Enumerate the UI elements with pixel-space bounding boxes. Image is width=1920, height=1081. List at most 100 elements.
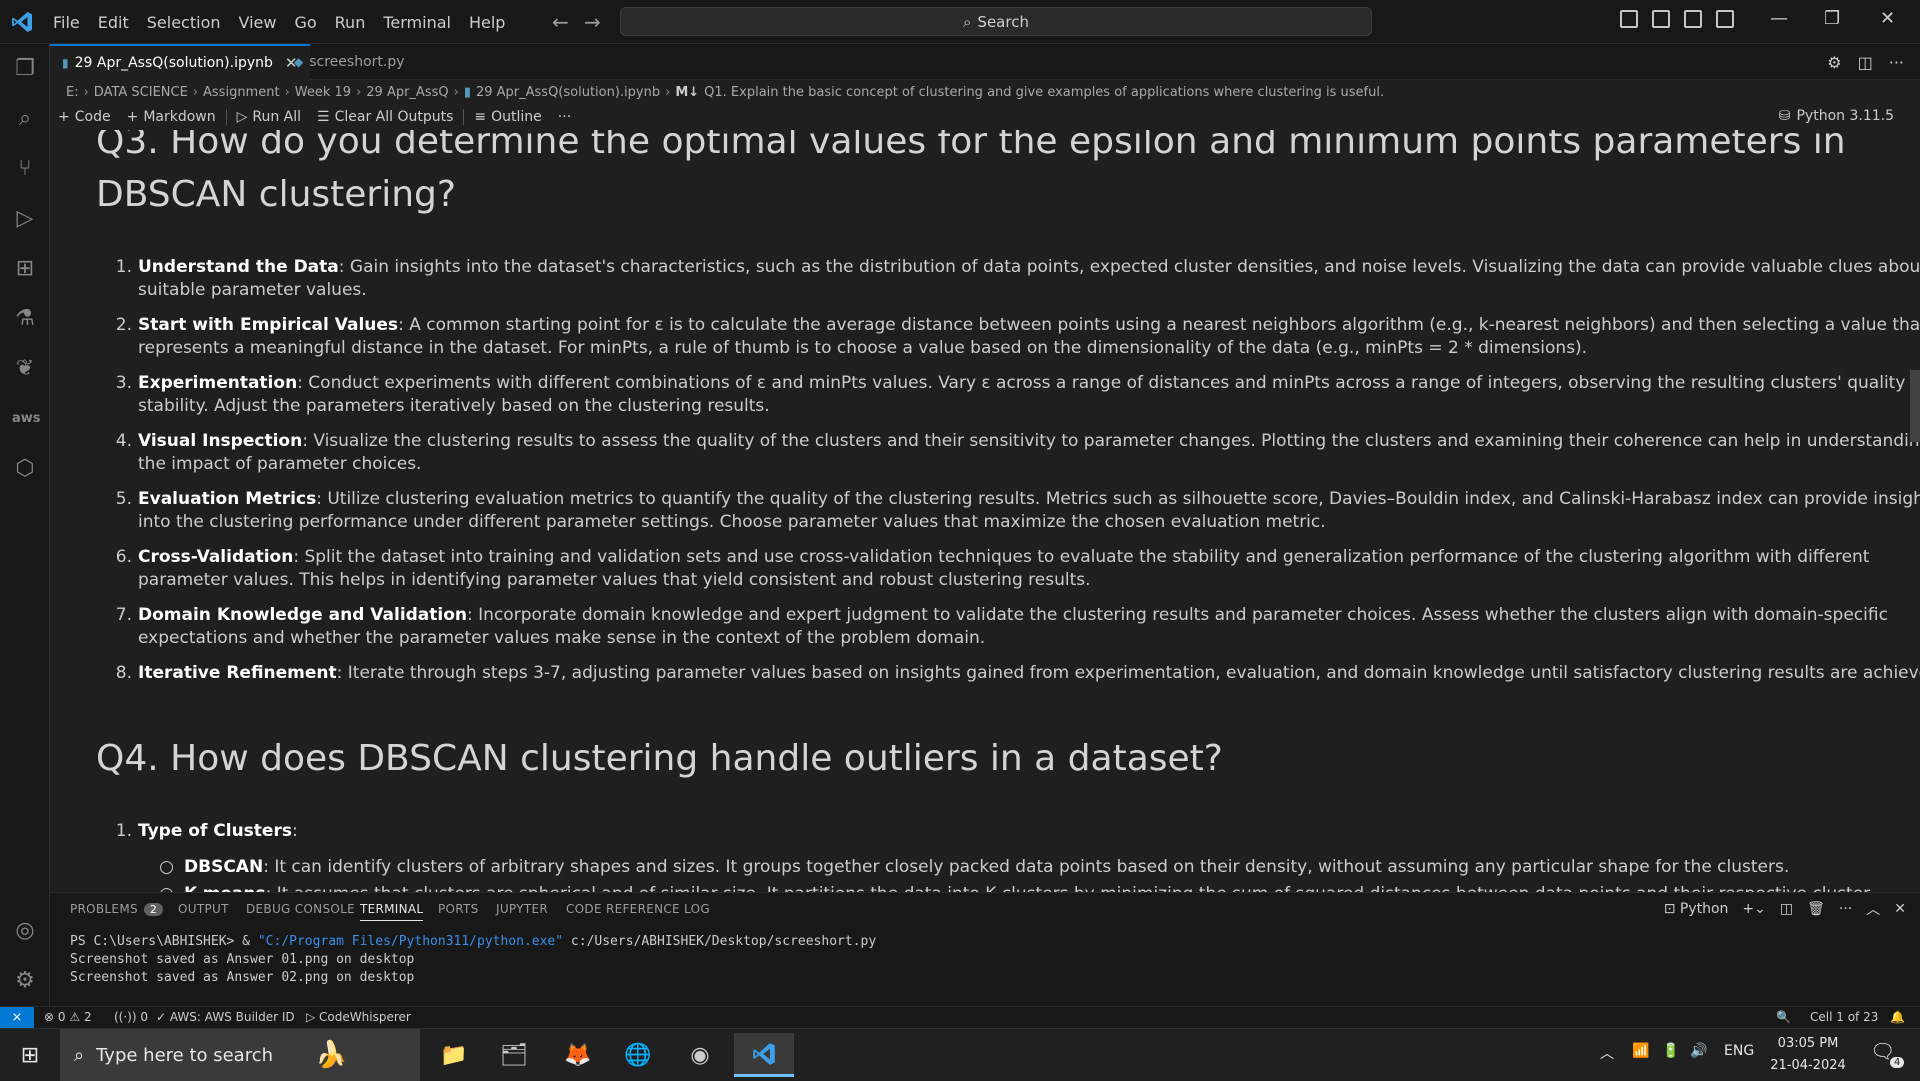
status-bar: ⨯ ⊗ 0 ⚠ 2 ((·)) 0 ✓ AWS: AWS Builder ID … bbox=[0, 1006, 1920, 1029]
toggle-secondary-sidebar-icon[interactable] bbox=[1684, 10, 1702, 28]
problems-status[interactable]: ⊗ 0 ⚠ 2 bbox=[44, 1010, 92, 1024]
bullet-term: DBSCAN bbox=[184, 857, 264, 877]
tab-problems[interactable]: PROBLEMS 2 bbox=[70, 902, 164, 916]
more-actions-icon[interactable]: ··· bbox=[1889, 53, 1904, 72]
tab-notebook[interactable]: ▮ 29 Apr_AssQ(solution).ipynb ✕ bbox=[50, 44, 310, 80]
tab-output[interactable]: OUTPUT bbox=[178, 902, 229, 916]
windows-start-icon[interactable]: ⊞ bbox=[0, 1033, 60, 1077]
close-window-icon[interactable]: ✕ bbox=[1880, 8, 1895, 29]
trash-icon[interactable]: 🗑 bbox=[1807, 901, 1825, 917]
terminal-output[interactable]: PS C:\Users\ABHISHEK> & "C:/Program File… bbox=[70, 933, 876, 987]
menu-help[interactable]: Help bbox=[460, 13, 514, 32]
bullet-item: ○ K-means: It assumes that clusters are … bbox=[144, 883, 1920, 892]
aws-status[interactable]: ✓ AWS: AWS Builder ID bbox=[156, 1010, 295, 1024]
run-all-button[interactable]: ▷ Run All bbox=[229, 109, 309, 125]
back-arrow-icon[interactable]: ← bbox=[552, 10, 569, 34]
more-toolbar-button[interactable]: ··· bbox=[550, 109, 579, 125]
toggle-panel-icon[interactable] bbox=[1652, 10, 1670, 28]
explorer-icon[interactable]: ❐ bbox=[12, 56, 38, 82]
leaf-icon[interactable]: ❦ bbox=[12, 356, 38, 382]
clock[interactable]: 03:05 PM 21-04-2024 bbox=[1768, 1033, 1848, 1077]
steam-icon[interactable]: ◉ bbox=[670, 1033, 730, 1077]
tab-terminal[interactable]: TERMINAL bbox=[360, 902, 424, 921]
menu-selection[interactable]: Selection bbox=[138, 13, 230, 32]
notebook-editor[interactable]: Q3. How do you determine the optimal val… bbox=[50, 130, 1920, 892]
split-terminal-icon[interactable]: ◫ bbox=[1780, 901, 1793, 917]
toggle-primary-sidebar-icon[interactable] bbox=[1620, 10, 1638, 28]
breadcrumb-item[interactable]: Week 19 bbox=[295, 85, 351, 100]
search-placeholder: Search bbox=[977, 12, 1029, 31]
tab-debug-console[interactable]: DEBUG CONSOLE bbox=[246, 902, 355, 916]
kernel-picker[interactable]: ⛁ Python 3.11.5 bbox=[1779, 108, 1894, 124]
search-icon[interactable]: ⌕ bbox=[12, 106, 38, 132]
breadcrumb-item[interactable]: 29 Apr_AssQ bbox=[366, 85, 448, 100]
file-explorer-icon[interactable]: 📁 bbox=[424, 1033, 484, 1077]
item-number: 3. bbox=[115, 373, 132, 393]
testing-flask-icon[interactable]: ⚗ bbox=[12, 306, 38, 332]
remote-indicator-icon[interactable]: ⨯ bbox=[0, 1007, 34, 1029]
item-term: Understand the Data bbox=[138, 257, 339, 277]
ports-count: 0 bbox=[140, 1010, 149, 1024]
account-icon[interactable]: ◎ bbox=[12, 918, 38, 944]
menu-terminal[interactable]: Terminal bbox=[374, 13, 460, 32]
bell-icon[interactable]: 🔔 bbox=[1890, 1010, 1905, 1024]
maximize-panel-icon[interactable]: ︿ bbox=[1866, 899, 1880, 919]
list-item: 8. Iterative Refinement: Iterate through … bbox=[96, 662, 1920, 685]
terminal-shell-selector[interactable]: ⊡ Python bbox=[1664, 901, 1729, 917]
new-terminal-icon[interactable]: +⌄ bbox=[1742, 901, 1765, 917]
cell-position[interactable]: Cell 1 of 23 bbox=[1810, 1010, 1878, 1024]
tray-overflow-icon[interactable]: ︿ bbox=[1600, 1043, 1614, 1063]
language-indicator[interactable]: ENG bbox=[1724, 1043, 1754, 1059]
aws-icon[interactable]: aws bbox=[12, 406, 41, 432]
settings-gear-icon[interactable]: ⚙ bbox=[12, 968, 38, 994]
extensions-icon[interactable]: ⊞ bbox=[12, 256, 38, 282]
run-debug-icon[interactable]: ▷ bbox=[12, 206, 38, 232]
kernel-icon: ⛁ bbox=[1778, 108, 1791, 124]
breadcrumb-item[interactable]: 29 Apr_AssQ(solution).ipynb bbox=[476, 85, 660, 100]
restore-icon[interactable]: ❐ bbox=[1824, 8, 1840, 29]
tab-code-reference-log[interactable]: CODE REFERENCE LOG bbox=[566, 902, 710, 916]
command-center-search[interactable]: ⌕ Search bbox=[620, 7, 1372, 36]
menu-run[interactable]: Run bbox=[326, 13, 375, 32]
firefox-icon[interactable]: 🦊 bbox=[548, 1033, 608, 1077]
network-icon[interactable]: 📶 bbox=[1632, 1043, 1649, 1059]
minimize-icon[interactable]: — bbox=[1770, 8, 1788, 29]
vscode-taskbar-icon[interactable] bbox=[734, 1033, 794, 1077]
more-actions-icon[interactable]: ··· bbox=[1839, 901, 1852, 917]
menu-go[interactable]: Go bbox=[285, 13, 325, 32]
clear-all-outputs-button[interactable]: ☰ Clear All Outputs bbox=[309, 109, 461, 125]
split-editor-icon[interactable]: ◫ bbox=[1858, 53, 1873, 72]
taskbar-search[interactable]: ⌕ Type here to search 🍌 bbox=[60, 1029, 420, 1081]
codewhisperer-status[interactable]: ▷ CodeWhisperer bbox=[306, 1010, 411, 1024]
tab-jupyter[interactable]: JUPYTER bbox=[496, 902, 548, 916]
battery-icon[interactable]: 🔋 bbox=[1662, 1043, 1679, 1059]
gear-icon[interactable]: ⚙ bbox=[1827, 53, 1841, 72]
breadcrumb-item[interactable]: Q1. Explain the basic concept of cluster… bbox=[704, 85, 1384, 100]
customize-layout-icon[interactable] bbox=[1716, 10, 1734, 28]
terminal-line: Screenshot saved as Answer 01.png on des… bbox=[70, 952, 415, 967]
tab-python-file[interactable]: ◆ screeshort.py bbox=[282, 44, 417, 80]
menu-edit[interactable]: Edit bbox=[89, 13, 138, 32]
volume-icon[interactable]: 🔊 bbox=[1690, 1043, 1707, 1059]
zoom-icon[interactable]: 🔍 bbox=[1776, 1010, 1791, 1024]
breadcrumb-item[interactable]: DATA SCIENCE bbox=[94, 85, 188, 100]
add-code-cell-button[interactable]: + Code bbox=[50, 109, 119, 125]
forward-arrow-icon[interactable]: → bbox=[584, 10, 601, 34]
close-panel-icon[interactable]: ✕ bbox=[1894, 901, 1906, 917]
tab-ports[interactable]: PORTS bbox=[438, 902, 479, 916]
app-icon[interactable]: 🗂 bbox=[484, 1033, 544, 1077]
scrollbar-thumb[interactable] bbox=[1910, 370, 1920, 442]
menu-file[interactable]: File bbox=[44, 13, 89, 32]
hexagon-icon[interactable]: ⬡ bbox=[12, 456, 38, 482]
source-control-icon[interactable]: ⑂ bbox=[12, 156, 38, 182]
error-icon: ⊗ bbox=[44, 1010, 55, 1024]
breadcrumb-item[interactable]: E: bbox=[66, 85, 79, 100]
edge-icon[interactable]: 🌐 bbox=[608, 1033, 668, 1077]
menu-view[interactable]: View bbox=[230, 13, 286, 32]
ports-status[interactable]: ((·)) 0 bbox=[114, 1010, 148, 1024]
breadcrumb-item[interactable]: Assignment bbox=[203, 85, 280, 100]
warning-count: 2 bbox=[83, 1010, 92, 1024]
outline-button[interactable]: ≡ Outline bbox=[466, 109, 549, 125]
menu-bar: File Edit Selection View Go Run Terminal… bbox=[44, 0, 514, 44]
add-markdown-cell-button[interactable]: + Markdown bbox=[119, 109, 224, 125]
